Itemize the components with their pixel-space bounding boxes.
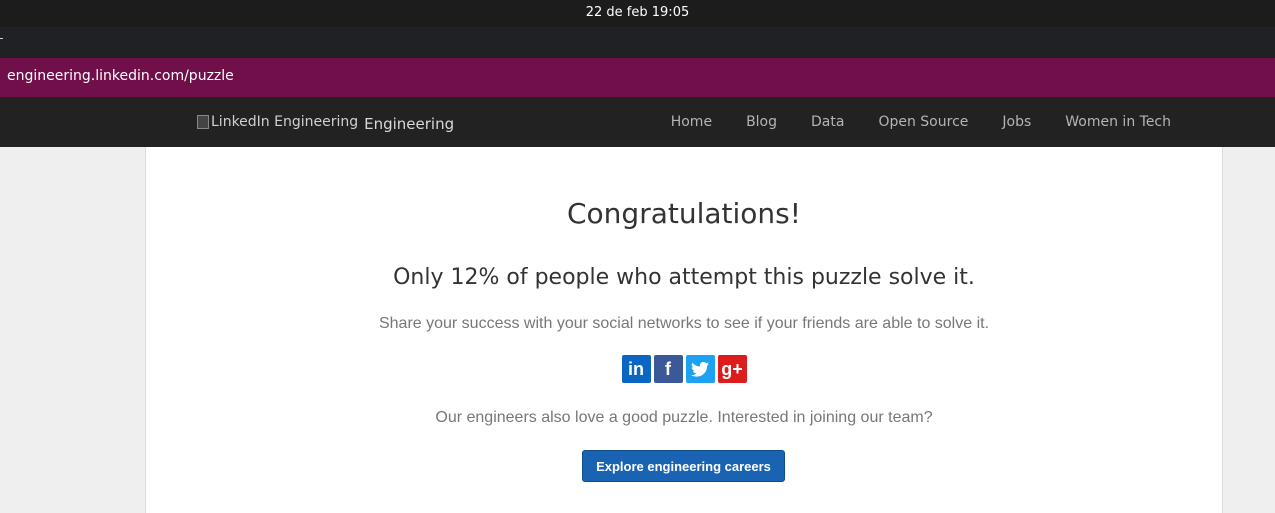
facebook-icon[interactable]: f xyxy=(653,355,683,383)
site-navbar: LinkedIn Engineering Engineering Home Bl… xyxy=(0,97,1275,147)
puzzle-stat: Only 12% of people who attempt this puzz… xyxy=(393,265,975,290)
nav-link-jobs[interactable]: Jobs xyxy=(1002,114,1031,130)
page-title: Congratulations! xyxy=(567,197,801,230)
brand-text: Engineering xyxy=(364,115,455,133)
nav-link-data[interactable]: Data xyxy=(811,114,844,130)
social-share-buttons: in f g+ xyxy=(146,355,1222,383)
linkedin-icon[interactable]: in xyxy=(621,355,651,383)
system-clock[interactable]: 22 de feb 19:05 xyxy=(0,5,1275,20)
nav-link-home[interactable]: Home xyxy=(671,114,712,130)
linkedin-glyph: in xyxy=(628,358,644,379)
browser-url-bar[interactable]: engineering.linkedin.com/puzzle xyxy=(0,58,1275,97)
google-plus-glyph: g+ xyxy=(721,358,743,379)
url-text[interactable]: engineering.linkedin.com/puzzle xyxy=(7,68,234,84)
google-plus-icon[interactable]: g+ xyxy=(717,355,747,383)
main-nav: Home Blog Data Open Source Jobs Women in… xyxy=(637,114,1171,130)
facebook-glyph: f xyxy=(665,358,671,379)
nav-link-women-in-tech[interactable]: Women in Tech xyxy=(1065,114,1171,130)
browser-tab-strip xyxy=(0,27,1275,58)
brand[interactable]: LinkedIn Engineering Engineering xyxy=(197,111,454,133)
share-prompt: Share your success with your social netw… xyxy=(378,315,990,332)
careers-prompt: Our engineers also love a good puzzle. I… xyxy=(435,409,933,426)
main-content-panel: Congratulations! Only 12% of people who … xyxy=(145,147,1223,513)
linkedin-engineering-logo[interactable]: LinkedIn Engineering xyxy=(197,114,358,130)
logo-alt-text: LinkedIn Engineering xyxy=(211,114,359,130)
tab-strip-marker xyxy=(0,38,3,39)
twitter-icon[interactable] xyxy=(685,355,715,383)
nav-link-open-source[interactable]: Open Source xyxy=(878,114,968,130)
nav-link-blog[interactable]: Blog xyxy=(746,114,777,130)
twitter-bird-icon xyxy=(691,361,709,377)
system-top-bar: 22 de feb 19:05 xyxy=(0,0,1275,27)
explore-careers-button[interactable]: Explore engineering careers xyxy=(582,450,785,482)
broken-image-icon xyxy=(197,115,209,129)
